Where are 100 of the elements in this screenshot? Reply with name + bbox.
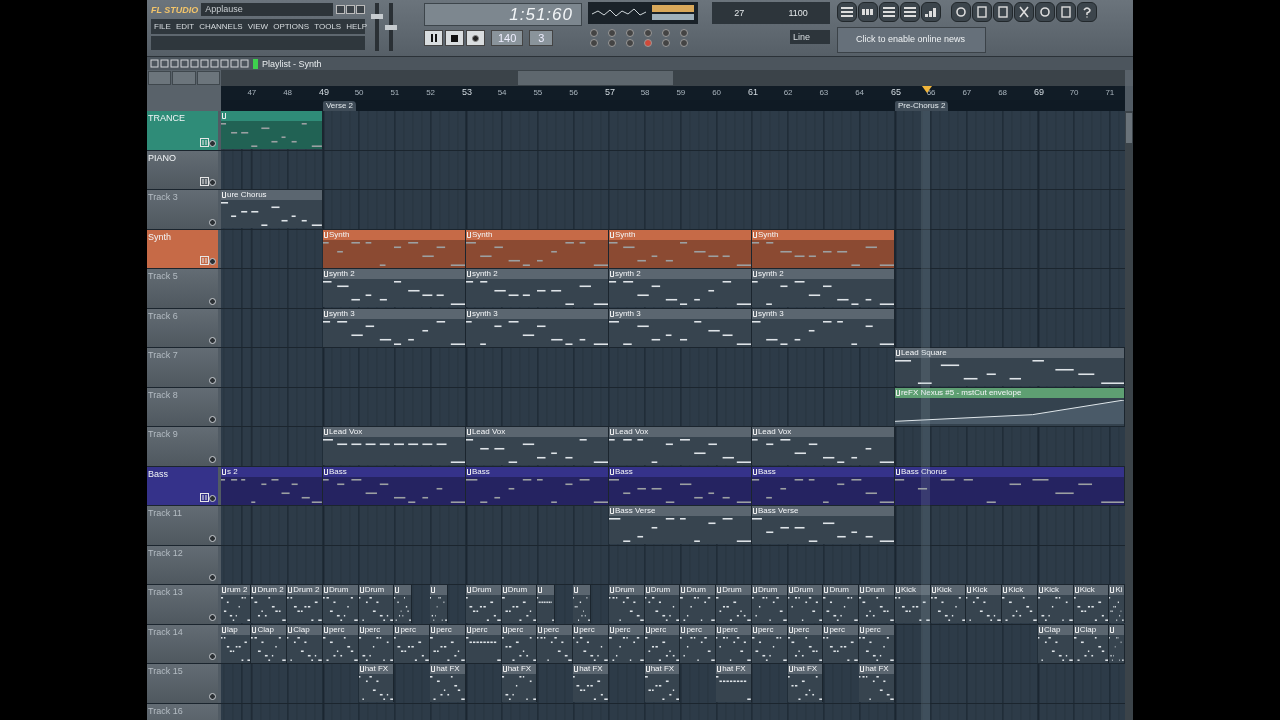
menu-item[interactable]: TOOLS xyxy=(314,22,342,31)
track-header[interactable]: Track 8 xyxy=(147,387,218,426)
menu-item[interactable]: FILE xyxy=(154,22,171,31)
menu-item[interactable]: CHANNELS xyxy=(199,22,243,31)
clip-label: Drum xyxy=(328,585,349,595)
track-name: Track 13 xyxy=(148,587,183,597)
clip-label: Bass xyxy=(328,466,347,477)
track-header[interactable]: Track 9 xyxy=(147,427,218,466)
clip-label: Clap xyxy=(1043,624,1061,635)
clip-label: Kick xyxy=(1008,585,1024,595)
track-lane[interactable]: rum 2 Drum 2 Drum 2 Drum Drum Drum Drum Drum Drum Drum Drum Drum Drum Drum Drum Kick Kick Kick Kick Kick Kick Ki xyxy=(221,585,1125,624)
track-header[interactable]: PIANO xyxy=(147,150,218,189)
menu-item[interactable]: VIEW xyxy=(247,22,269,31)
track-name: Track 6 xyxy=(148,310,178,321)
clip-label: perc xyxy=(364,624,381,635)
track-header[interactable]: Track 15 xyxy=(147,664,218,703)
track-header[interactable]: Track 12 xyxy=(147,545,218,584)
section-marker[interactable]: Pre-Chorus 2 xyxy=(894,101,949,111)
news-field[interactable]: Click to enable online news xyxy=(837,27,987,53)
clip-label: Drum xyxy=(865,585,885,595)
bar-number: 62 xyxy=(783,88,793,97)
bar-number: 55 xyxy=(533,88,543,97)
clip-label: perc xyxy=(757,624,774,635)
clip-label: Drum 2 xyxy=(293,585,320,595)
timeline-ruler[interactable]: 47 48 49 50 51 52 53 54 55 56 57 58 59 60 61 62 63 64 65 66 67 68 69 70 71 xyxy=(221,86,1125,100)
track-header[interactable]: Track 13 xyxy=(147,585,218,624)
track-name: Track 9 xyxy=(148,429,178,439)
clip-label: perc xyxy=(471,624,488,635)
clip-label: perc xyxy=(400,624,416,635)
clip-label: Drum xyxy=(614,585,635,595)
track-lane[interactable]: hat FX hat FX hat FX hat FX hat FX hat FX hat FX hat FX xyxy=(221,664,1125,703)
bar-number: 53 xyxy=(461,87,472,97)
clip-label: Clap xyxy=(1079,624,1097,635)
clip-label: Lead Square xyxy=(900,348,947,358)
snap-dropdown[interactable]: Line xyxy=(790,30,830,44)
track-name: Track 8 xyxy=(148,389,178,400)
clip-label: hat FX xyxy=(865,664,889,674)
bar-number: 67 xyxy=(962,88,972,97)
menu-item[interactable]: OPTIONS xyxy=(273,22,310,31)
bar-number: 59 xyxy=(676,88,686,97)
clip-label: Drum xyxy=(686,585,706,595)
track-lane[interactable]: ure Chorus xyxy=(221,190,1125,229)
track-lane[interactable]: lap Clap Clap perc perc perc perc perc perc perc perc perc perc perc perc perc perc perc perc Clap Clap xyxy=(221,624,1125,663)
clip-label: Lead Vox xyxy=(757,427,792,437)
track-header[interactable]: Synth xyxy=(147,229,218,268)
clip-label: perc xyxy=(829,624,845,635)
bar-number: 63 xyxy=(819,88,829,97)
song-title: Applause xyxy=(201,3,333,16)
bar-number: 58 xyxy=(640,88,650,97)
menu-item[interactable]: HELP xyxy=(346,22,368,31)
track-lane[interactable]: Synth Synth Synth Synth xyxy=(221,229,1125,268)
clip-label: hat FX xyxy=(722,664,746,674)
track-name: Track 16 xyxy=(148,705,183,716)
track-header[interactable]: Track 14 xyxy=(147,624,218,663)
track-header[interactable]: Track 3 xyxy=(147,190,218,229)
track-lane[interactable]: s 2 Bass Bass Bass Bass Bass Chorus xyxy=(221,466,1125,505)
track-lane[interactable]: reFX Nexus #5 - mstCut envelope xyxy=(221,387,1125,426)
bar-number: 66 xyxy=(926,88,936,97)
clip-label: perc xyxy=(793,624,810,635)
track-lane[interactable]: Lead Square xyxy=(221,348,1125,387)
track-name: Track 12 xyxy=(148,547,183,558)
clip-label: Drum xyxy=(722,585,742,595)
bar-number: 69 xyxy=(1033,87,1044,97)
clip-label: Bass Verse xyxy=(757,506,799,516)
track-header[interactable]: Bass xyxy=(147,466,218,505)
clip-label: Kick xyxy=(1079,585,1095,595)
bar-number: 65 xyxy=(890,87,901,97)
clip-label: Synth xyxy=(614,229,636,240)
clip-label: synth 3 xyxy=(757,308,784,319)
clip-label: synth 3 xyxy=(471,308,498,319)
track-name: PIANO xyxy=(148,152,176,163)
clip-label: Synth xyxy=(757,229,779,240)
clip-label: perc xyxy=(436,624,452,635)
bar-number: 70 xyxy=(1069,88,1079,97)
track-header[interactable]: Track 5 xyxy=(147,269,218,308)
section-marker[interactable]: Verse 2 xyxy=(322,101,356,111)
clip-label: hat FX xyxy=(650,664,675,674)
track-lane[interactable]: synth 2 synth 2 synth 2 synth 2 xyxy=(221,269,1125,308)
clip-label: Drum xyxy=(364,585,385,595)
track-header[interactable]: Track 7 xyxy=(147,348,218,387)
track-header[interactable]: TRANCE xyxy=(147,111,218,150)
clip-label: Kick xyxy=(900,585,916,595)
track-header[interactable]: Track 6 xyxy=(147,308,218,347)
menu-item[interactable]: EDIT xyxy=(175,22,195,31)
track-name: Track 7 xyxy=(148,350,178,360)
bar-number: 48 xyxy=(283,88,293,97)
track-lane[interactable]: synth 3 synth 3 synth 3 synth 3 xyxy=(221,308,1125,347)
clip-label: hat FX xyxy=(507,664,532,674)
track-header[interactable]: Track 11 xyxy=(147,506,218,545)
clip-label: hat FX xyxy=(364,664,389,674)
bar-number: 52 xyxy=(426,88,436,97)
clip-label: perc xyxy=(543,624,559,635)
clip-label: Drum xyxy=(650,585,671,595)
clip-label: perc xyxy=(650,624,667,635)
clip-label: perc xyxy=(614,624,631,635)
clip-label: Bass xyxy=(614,466,633,477)
clip-label: Synth xyxy=(328,229,350,240)
track-name: Track 15 xyxy=(148,666,183,676)
track-lane[interactable]: Bass Verse Bass Verse xyxy=(221,506,1125,545)
track-lane[interactable]: Lead Vox Lead Vox Lead Vox Lead Vox xyxy=(221,427,1125,466)
